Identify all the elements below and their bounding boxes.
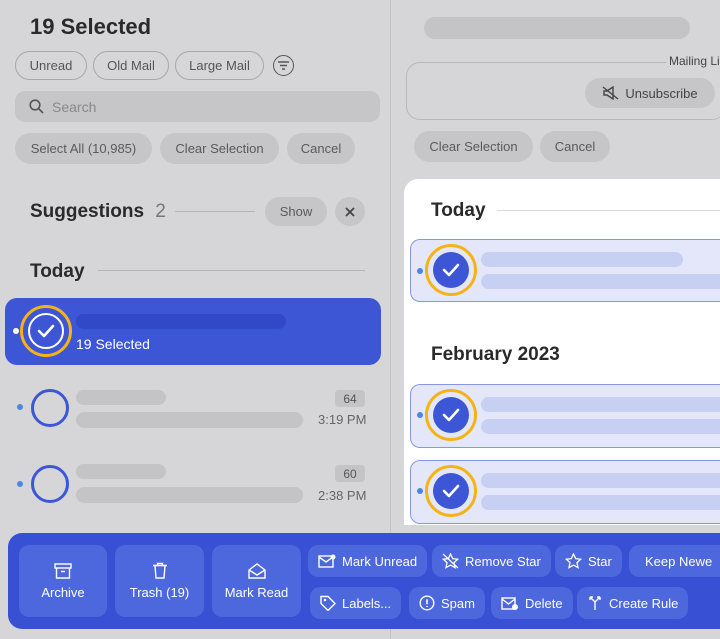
delete-label: Delete [525, 595, 563, 611]
filter-unread[interactable]: Unread [15, 51, 87, 80]
star-icon [565, 553, 582, 569]
check-icon[interactable] [433, 397, 469, 433]
remove-star-icon [442, 553, 459, 569]
today-divider [98, 270, 365, 271]
unread-dot [417, 268, 423, 274]
mark-unread-label: Mark Unread [342, 553, 418, 569]
remove-star-label: Remove Star [465, 553, 541, 569]
sender-placeholder [481, 397, 720, 412]
sender-placeholder [76, 464, 166, 479]
filter-large-mail[interactable]: Large Mail [175, 51, 264, 80]
subject-placeholder [481, 495, 720, 510]
subject-placeholder [481, 274, 720, 289]
sender-placeholder [481, 473, 720, 488]
sender-placeholder [481, 252, 683, 267]
star-label: Star [588, 553, 612, 569]
sender-placeholder [76, 390, 166, 405]
subject-placeholder [76, 412, 303, 428]
unsubscribe-button[interactable]: Unsubscribe [585, 78, 715, 108]
preview-row[interactable] [410, 239, 720, 302]
search-placeholder: Search [52, 99, 97, 115]
show-suggestions-button[interactable]: Show [265, 197, 327, 226]
spam-icon [419, 595, 435, 611]
cancel-button[interactable]: Cancel [287, 133, 355, 164]
search-icon [29, 99, 44, 114]
unsubscribe-label: Unsubscribe [625, 85, 698, 101]
mailing-list-box: Mailing Li Unsubscribe [406, 54, 720, 120]
labels-button[interactable]: Labels... [310, 587, 402, 619]
delete-mail-icon [501, 596, 518, 610]
unread-dot [17, 481, 23, 487]
unread-dot [417, 488, 423, 494]
select-circle[interactable] [31, 465, 69, 503]
section-today: Today [30, 261, 85, 282]
check-icon[interactable] [433, 473, 469, 509]
bulk-action-toolbar: Archive Trash (19) Mark Read Mark Unread… [8, 533, 720, 629]
open-envelope-icon [247, 562, 266, 579]
delete-button[interactable]: Delete [491, 587, 573, 619]
mark-read-label: Mark Read [224, 584, 289, 600]
mark-unread-button[interactable]: Mark Unread [308, 545, 428, 577]
time-label: 2:38 PM [318, 488, 367, 503]
close-suggestions-button[interactable] [335, 197, 365, 226]
star-button[interactable]: Star [555, 545, 622, 577]
select-all-button[interactable]: Select All (10,985) [15, 133, 152, 164]
mark-read-button[interactable]: Mark Read [212, 545, 301, 617]
suggestions-divider [175, 211, 255, 212]
suggestions-heading: Suggestions 2 [30, 201, 166, 223]
list-item[interactable]: 64 3:19 PM [5, 378, 381, 440]
keep-newest-label: Keep Newe [645, 553, 713, 569]
select-circle[interactable] [31, 389, 69, 427]
header-placeholder [424, 17, 690, 39]
rule-split-icon [589, 596, 601, 610]
selected-row-label: 19 Selected [76, 336, 150, 352]
subject-placeholder [76, 487, 303, 503]
subject-placeholder [481, 419, 720, 434]
count-badge: 60 [335, 465, 365, 482]
clear-selection-button[interactable]: Clear Selection [160, 133, 279, 164]
sender-placeholder [76, 314, 286, 329]
tag-icon [320, 595, 336, 611]
unread-dot [13, 328, 19, 334]
unread-envelope-icon [318, 554, 336, 568]
search-field[interactable]: Search [15, 91, 380, 122]
preview-row[interactable] [410, 384, 720, 448]
preview-section-february: February 2023 [431, 344, 560, 365]
preview-section-today: Today [431, 200, 486, 221]
trash-button[interactable]: Trash (19) [115, 545, 204, 617]
selection-title: 19 Selected [30, 14, 152, 39]
mailing-list-label: Mailing Li [666, 54, 720, 68]
labels-label: Labels... [342, 595, 392, 611]
mute-megaphone-icon [602, 86, 619, 100]
keep-newest-button[interactable]: Keep Newe [629, 545, 720, 577]
archive-button[interactable]: Archive [19, 545, 107, 617]
close-icon [345, 206, 355, 217]
trash-icon [152, 562, 167, 579]
filter-icon[interactable] [273, 55, 294, 76]
right-clear-selection-button[interactable]: Clear Selection [414, 131, 533, 162]
remove-star-button[interactable]: Remove Star [432, 545, 551, 577]
trash-label: Trash (19) [129, 585, 190, 600]
preview-today-divider [497, 210, 720, 211]
filter-old-mail[interactable]: Old Mail [93, 51, 169, 80]
create-rule-label: Create Rule [609, 595, 679, 611]
list-item[interactable]: 60 2:38 PM [5, 454, 381, 516]
suggestions-label: Suggestions [30, 201, 145, 222]
archive-icon [54, 562, 72, 579]
right-cancel-button[interactable]: Cancel [540, 131, 610, 162]
create-rule-button[interactable]: Create Rule [577, 587, 689, 619]
count-badge: 64 [335, 390, 365, 407]
time-label: 3:19 PM [318, 412, 367, 427]
unread-dot [417, 412, 423, 418]
suggestions-count: 2 [155, 201, 166, 222]
email-preview-card: Today February 2023 [404, 179, 720, 525]
check-icon[interactable] [433, 252, 469, 288]
spam-button[interactable]: Spam [409, 587, 485, 619]
archive-label: Archive [41, 584, 85, 600]
unread-dot [17, 404, 23, 410]
check-icon[interactable] [28, 313, 64, 349]
preview-row[interactable] [410, 460, 720, 524]
spam-label: Spam [441, 595, 475, 611]
selected-group-row[interactable]: 19 Selected [5, 298, 381, 365]
